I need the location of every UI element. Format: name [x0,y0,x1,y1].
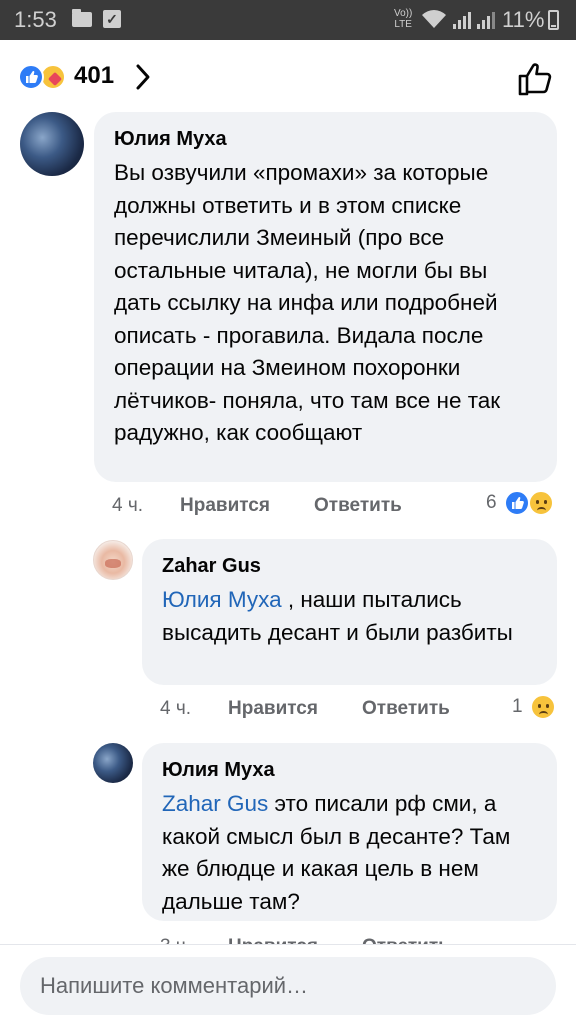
wifi-icon [422,10,446,28]
checkbox-notification-icon: ✓ [103,10,121,28]
comment-bubble[interactable]: Zahar Gus Юлия Муха , наши пытались выса… [142,539,557,685]
volte-icon: Vo)) LTE [394,8,413,30]
comment-author[interactable]: Юлия Муха [162,759,537,782]
comment-text: Вы озвучили «промахи» за которые должны … [114,160,501,445]
folder-icon [72,9,92,27]
sad-reaction-icon [530,694,556,720]
avatar[interactable] [20,112,84,176]
avatar[interactable] [93,540,133,580]
like-post-icon[interactable] [516,60,554,98]
reaction-summary[interactable]: 6 [486,490,558,520]
comment-actions: 4 ч. Нравится Ответить [112,495,442,523]
like-button[interactable]: Нравится [228,698,318,720]
status-bar: 1:53 ✓ Vo)) LTE 11% [0,0,576,40]
signal-icon-secondary [477,12,495,29]
signal-icon [453,12,471,29]
battery-icon [548,10,559,30]
comment-bubble[interactable]: Юлия Муха Zahar Gus это писали рф сми, а… [142,743,557,921]
like-reaction-icon [504,490,530,516]
comment-actions: 4 ч. Нравится Ответить [160,698,480,726]
reactions-count[interactable]: 401 [74,62,114,90]
reactions-header[interactable]: 401 [0,40,576,112]
comment-author[interactable]: Zahar Gus [162,555,537,578]
comment-text: Юлия Муха , наши пытались высадить десан… [162,584,537,649]
comment-time: 4 ч. [112,495,144,516]
reaction-count: 6 [486,492,497,513]
reaction-count: 1 [512,696,523,717]
chevron-right-icon[interactable] [134,62,152,92]
mention-link[interactable]: Юлия Муха [162,587,282,612]
comment-bubble[interactable]: Юлия Муха Вы озвучили «промахи» за котор… [94,112,557,482]
mention-link[interactable]: Zahar Gus [162,791,268,816]
like-button[interactable]: Нравится [180,495,270,517]
battery-percent: 11% [502,7,545,32]
comment-text: Zahar Gus это писали рф сми, а какой смы… [162,788,537,918]
like-reaction-icon [18,64,44,90]
comment-input[interactable]: Напишите комментарий… [20,957,556,1015]
sad-reaction-icon [528,490,554,516]
reaction-summary[interactable]: 1 [512,694,558,724]
avatar[interactable] [93,743,133,783]
comment-time: 4 ч. [160,698,192,719]
reply-button[interactable]: Ответить [314,495,402,517]
comments-sheet: 401 Юлия Муха Вы озвучили «промахи» за к… [0,40,576,1024]
status-time: 1:53 [14,7,57,32]
comment-author[interactable]: Юлия Муха [114,128,537,151]
reply-button[interactable]: Ответить [362,698,450,720]
comment-composer-bar: Напишите комментарий… [0,944,576,1024]
